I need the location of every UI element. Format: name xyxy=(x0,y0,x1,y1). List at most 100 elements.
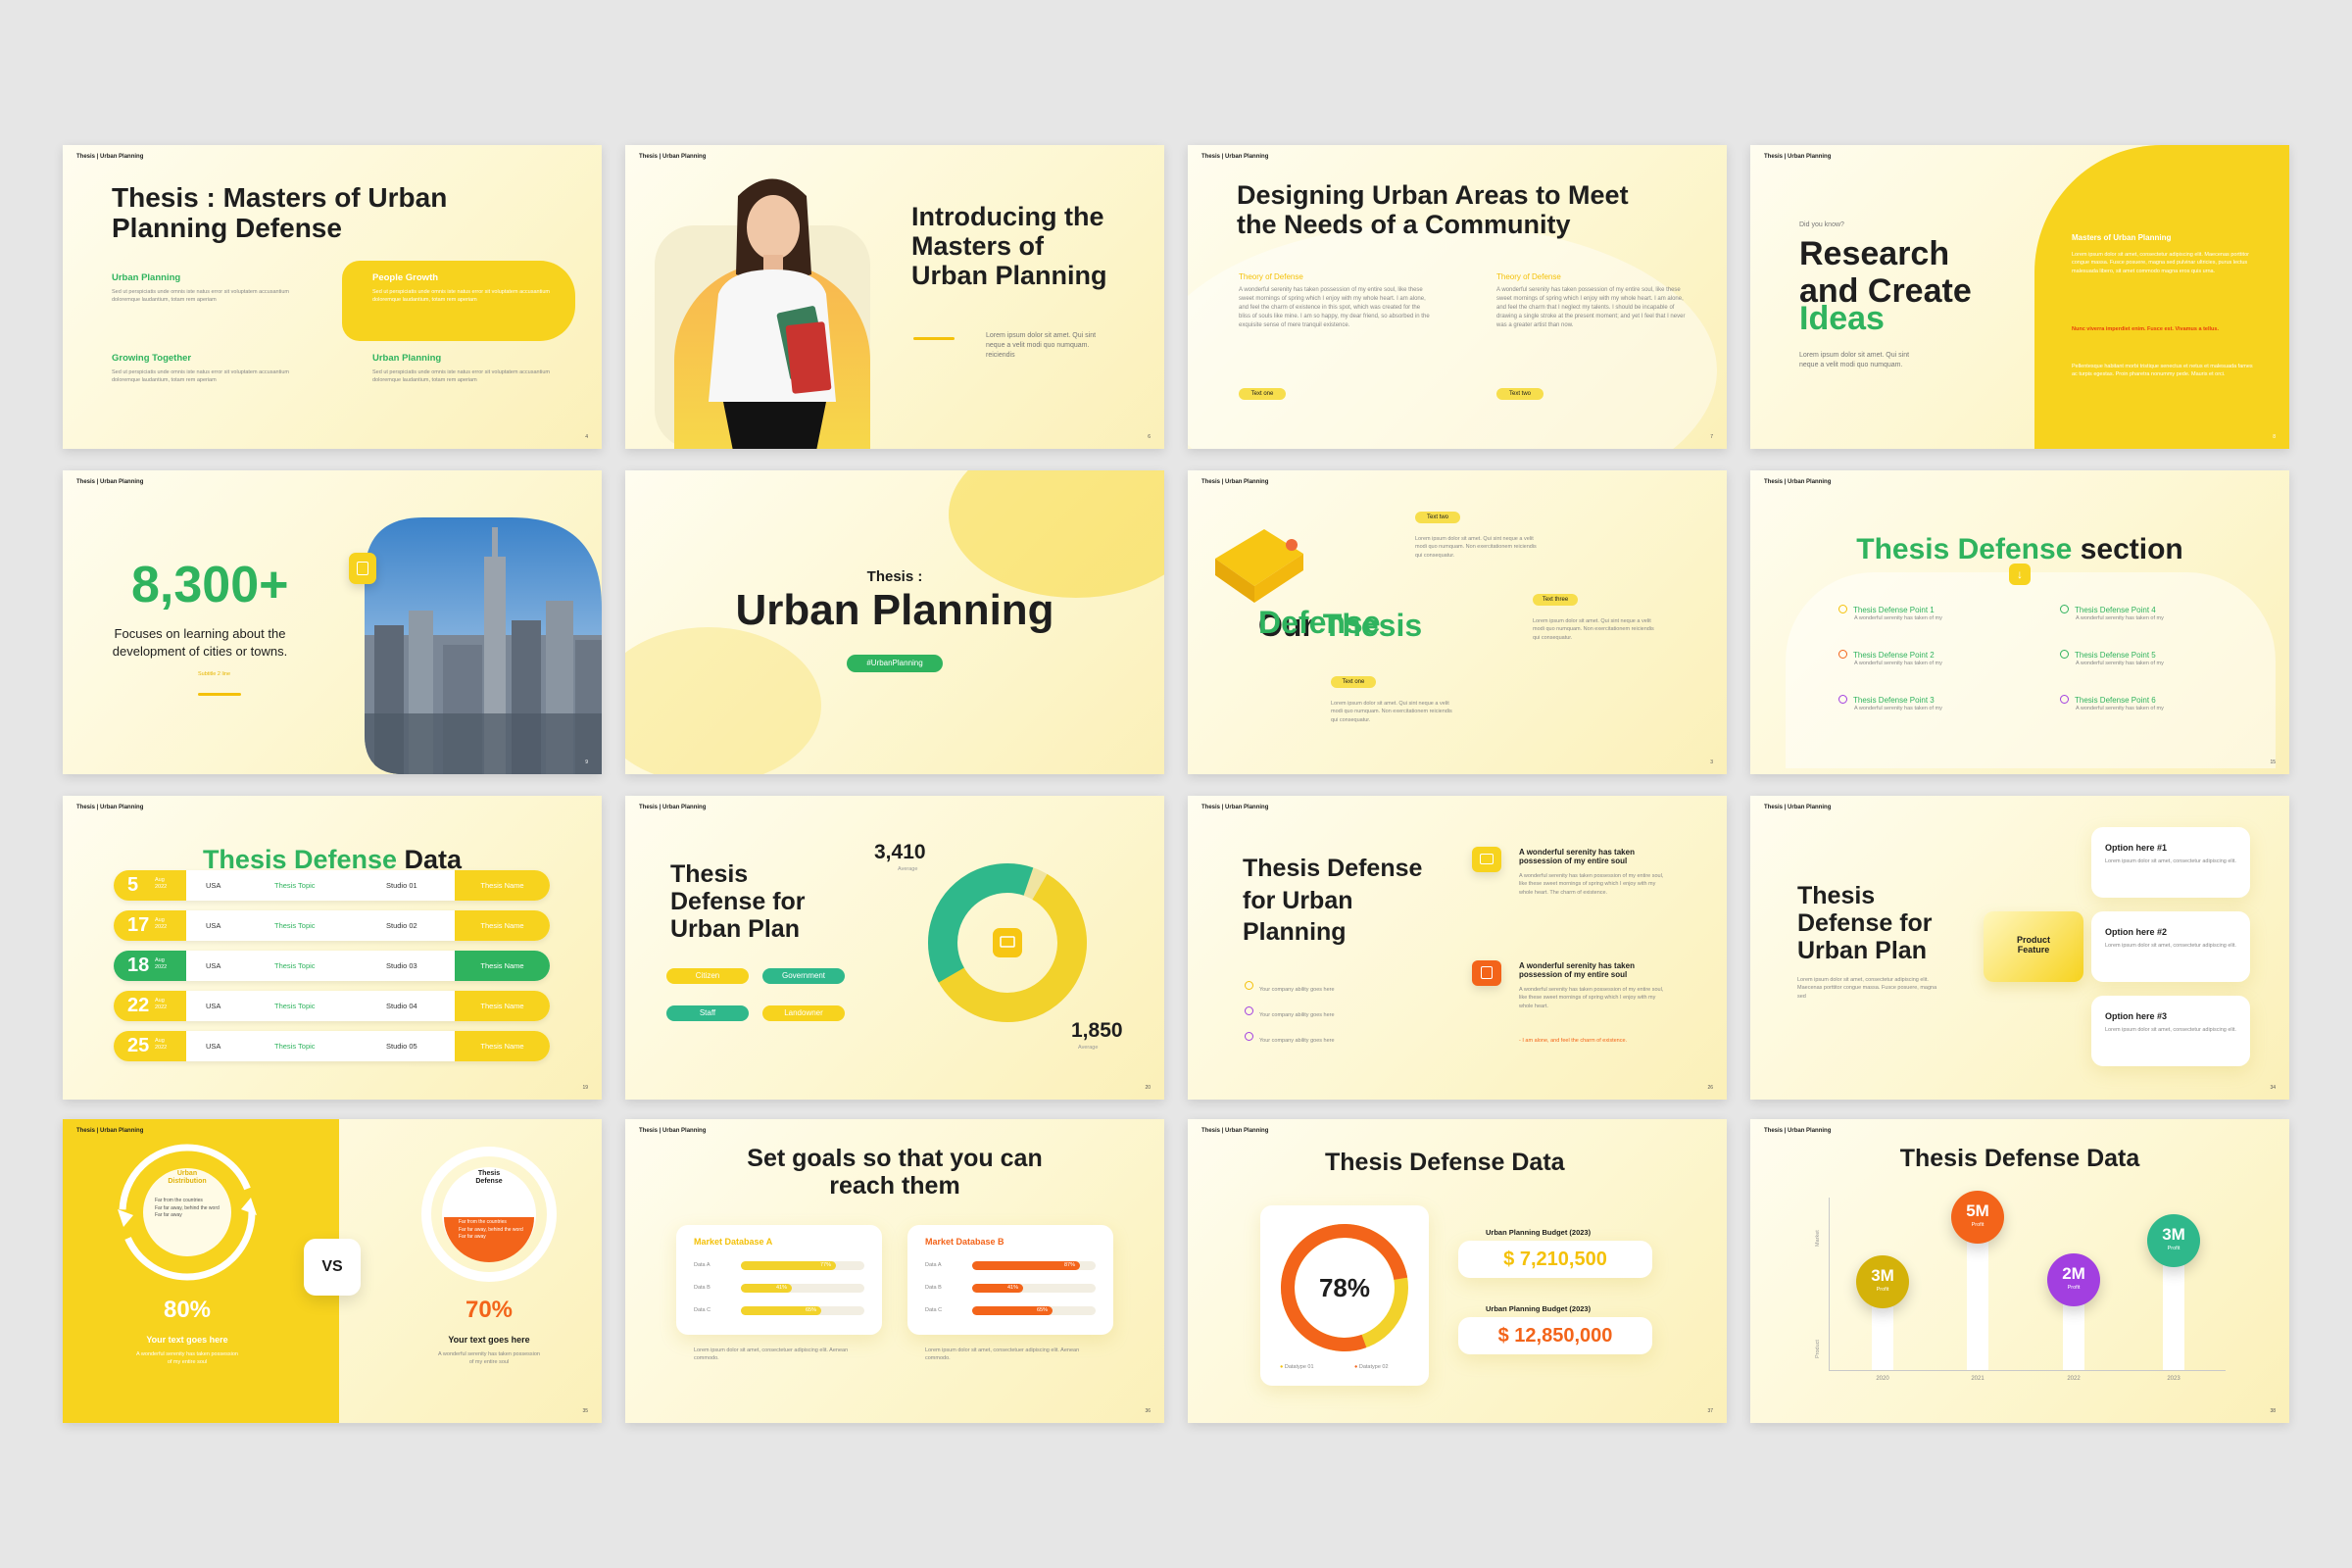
tag-text-one[interactable]: Text one xyxy=(1239,388,1286,400)
slide-title-accent: Ideas xyxy=(1799,300,1885,337)
product-feature-box[interactable]: Product Feature xyxy=(1984,911,2083,982)
download-icon[interactable]: ↓ xyxy=(2009,564,2031,585)
slide-our-thesis-defense[interactable]: Thesis | Urban Planning Our Thesis Defen… xyxy=(1188,470,1727,774)
slide-budget-data[interactable]: Thesis | Urban Planning Thesis Defense D… xyxy=(1188,1119,1727,1423)
tag-text: Lorem ipsum dolor sit amet. Qui sint neq… xyxy=(1533,618,1654,641)
db-label: Market Database A xyxy=(694,1237,773,1247)
page-number: 4 xyxy=(585,434,588,440)
pill-landowner[interactable]: Landowner xyxy=(762,1005,845,1021)
row-month: Aug 2022 xyxy=(155,1038,168,1051)
point-label: Thesis Defense Point 6 xyxy=(2075,696,2156,705)
point-text: A wonderful serenity has taken of my xyxy=(2076,706,2164,712)
option-label: Option here #2 xyxy=(2105,927,2168,937)
brand-label: Thesis | Urban Planning xyxy=(1201,805,1269,810)
profit-bubble[interactable]: 5M Profit xyxy=(1951,1191,2004,1244)
slide-text: Lorem ipsum dolor sit amet. Qui sint neq… xyxy=(1799,352,1910,369)
bar-fill: 77% xyxy=(741,1261,836,1270)
profit-bubble[interactable]: 3M Profit xyxy=(2147,1214,2200,1267)
block-title: A wonderful serenity has taken possessio… xyxy=(1519,848,1635,865)
row-topic: Thesis Topic xyxy=(274,881,316,890)
row-month: Aug 2022 xyxy=(155,957,168,970)
slide-thesis-masters[interactable]: Thesis | Urban Planning Thesis : Masters… xyxy=(63,145,602,449)
row-day: 25 xyxy=(114,1031,186,1061)
slide-defense-section[interactable]: Thesis | Urban Planning Thesis Defense s… xyxy=(1750,470,2289,774)
left-label: Urban Distribution xyxy=(168,1170,207,1185)
pill-citizen[interactable]: Citizen xyxy=(666,968,749,984)
page-number: 8 xyxy=(2273,434,2276,440)
slide-options[interactable]: Thesis | Urban Planning Thesis Defense f… xyxy=(1750,796,2289,1100)
theory-col-1: Theory of Defense A wonderful serenity h… xyxy=(1239,272,1430,330)
table-row-highlighted[interactable]: 18 Aug 2022 USA Thesis Topic Studio 03 T… xyxy=(114,951,550,981)
slide-title: Designing Urban Areas to Meet the Needs … xyxy=(1237,180,1629,240)
pill-staff[interactable]: Staff xyxy=(666,1005,749,1021)
panel-text-3: Pellentesque habitant morbi tristique se… xyxy=(2072,364,2253,378)
slide-research-ideas[interactable]: Thesis | Urban Planning Did you know? Re… xyxy=(1750,145,2289,449)
table-row[interactable]: 22 Aug 2022 USA Thesis Topic Studio 04 T… xyxy=(114,991,550,1021)
slide-cover-urban-planning[interactable]: Thesis : Urban Planning #UrbanPlanning xyxy=(625,470,1164,774)
caption-left-text: A wonderful serenity has taken possessio… xyxy=(136,1351,238,1366)
slide-profit-bubbles[interactable]: Thesis | Urban Planning Thesis Defense D… xyxy=(1750,1119,2289,1423)
row-name: Thesis Name xyxy=(455,910,550,941)
slide-introducing[interactable]: Thesis | Urban Planning Introducing the … xyxy=(625,145,1164,449)
bar-fill: 41% xyxy=(741,1284,792,1293)
slide-vs-comparison[interactable]: Thesis | Urban Planning Urban Distributi… xyxy=(63,1119,602,1423)
point-1: Thesis Defense Point 1 A wonderful seren… xyxy=(1838,605,2034,623)
row-country: USA xyxy=(206,1042,221,1051)
hashtag-pill[interactable]: #UrbanPlanning xyxy=(847,655,943,672)
option-card-3[interactable]: Option here #3 Lorem ipsum dolor sit ame… xyxy=(2091,996,2250,1066)
check-item: Your company ability goes here xyxy=(1245,978,1335,996)
tag-text-two[interactable]: Text two xyxy=(1496,388,1544,400)
year-label: 2020 xyxy=(1876,1376,1889,1382)
page-number: 6 xyxy=(1148,434,1151,440)
check-item: Your company ability goes here xyxy=(1245,1029,1335,1047)
market-db-a-card[interactable]: Market Database A Data A 77% Data B 41% … xyxy=(676,1225,882,1335)
table-row[interactable]: 17 Aug 2022 USA Thesis Topic Studio 02 T… xyxy=(114,910,550,941)
feature-urban-planning: Urban Planning Sed ut perspiciatis unde … xyxy=(112,272,298,305)
page-number: 38 xyxy=(2270,1408,2276,1414)
slide-stat-8300[interactable]: Thesis | Urban Planning 8,300+ Focuses o… xyxy=(63,470,602,774)
percent-right: 70% xyxy=(465,1297,514,1323)
option-card-1[interactable]: Option here #1 Lorem ipsum dolor sit ame… xyxy=(2091,827,2250,898)
tag-text-one[interactable]: Text one xyxy=(1331,676,1376,688)
brand-label: Thesis | Urban Planning xyxy=(1201,479,1269,485)
profit-bubble[interactable]: 2M Profit xyxy=(2047,1253,2100,1306)
title-accent: Thesis Defense xyxy=(1856,532,2073,565)
page-number: 9 xyxy=(585,760,588,765)
stat-value: 8,300+ xyxy=(131,557,289,613)
point-2: Thesis Defense Point 2 A wonderful seren… xyxy=(1838,650,2034,668)
tag-text-three[interactable]: Text three xyxy=(1533,594,1578,606)
table-row[interactable]: 5 Aug 2022 USA Thesis Topic Studio 01 Th… xyxy=(114,870,550,901)
row-name: Thesis Name xyxy=(455,991,550,1021)
y-axis-label-market: Market xyxy=(1815,1230,1821,1247)
check-label: Your company ability goes here xyxy=(1259,1038,1335,1044)
row-country: USA xyxy=(206,921,221,930)
theory-text: A wonderful serenity has taken possessio… xyxy=(1239,287,1430,328)
vs-label: VS xyxy=(321,1258,343,1275)
block-text: A wonderful serenity has taken possessio… xyxy=(1519,987,1664,1009)
slide-set-goals[interactable]: Thesis | Urban Planning Set goals so tha… xyxy=(625,1119,1164,1423)
page-number: 34 xyxy=(2270,1085,2276,1091)
bubble-sub: Profit xyxy=(1876,1287,1889,1293)
year-label: 2021 xyxy=(1971,1376,1984,1382)
row-topic: Thesis Topic xyxy=(274,1042,316,1051)
point-text: A wonderful serenity has taken of my xyxy=(1854,615,1942,622)
slide-defense-urban-planning-list[interactable]: Thesis | Urban Planning Thesis Defense f… xyxy=(1188,796,1727,1100)
feature-text: Sed ut perspiciatis unde omnis iste natu… xyxy=(372,369,550,384)
slide-title-accent: Defense xyxy=(1258,605,1381,640)
legend-item: ● Datatype 01 xyxy=(1280,1364,1314,1370)
table-row[interactable]: 25 Aug 2022 USA Thesis Topic Studio 05 T… xyxy=(114,1031,550,1061)
brand-label: Thesis | Urban Planning xyxy=(76,1128,144,1134)
slide-defense-urban-plan-donut[interactable]: Thesis | Urban Planning Thesis Defense f… xyxy=(625,796,1164,1100)
slide-defense-data-table[interactable]: Thesis | Urban Planning Thesis Defense D… xyxy=(63,796,602,1100)
point-label: Thesis Defense Point 1 xyxy=(1853,606,1935,614)
option-card-2[interactable]: Option here #2 Lorem ipsum dolor sit ame… xyxy=(2091,911,2250,982)
row-day: 22 xyxy=(114,991,186,1021)
y-axis-label-product: Product xyxy=(1815,1340,1821,1358)
tag-text-two[interactable]: Text two xyxy=(1415,512,1460,523)
profit-bubble[interactable]: 3M Profit xyxy=(1856,1255,1909,1308)
slide-designing-urban[interactable]: Thesis | Urban Planning Designing Urban … xyxy=(1188,145,1727,449)
slide-title: Thesis Defense for Urban Plan xyxy=(1797,882,1933,964)
image-icon xyxy=(1472,847,1501,872)
pill-government[interactable]: Government xyxy=(762,968,845,984)
market-db-b-card[interactable]: Market Database B Data A 87% Data B 41% … xyxy=(907,1225,1113,1335)
